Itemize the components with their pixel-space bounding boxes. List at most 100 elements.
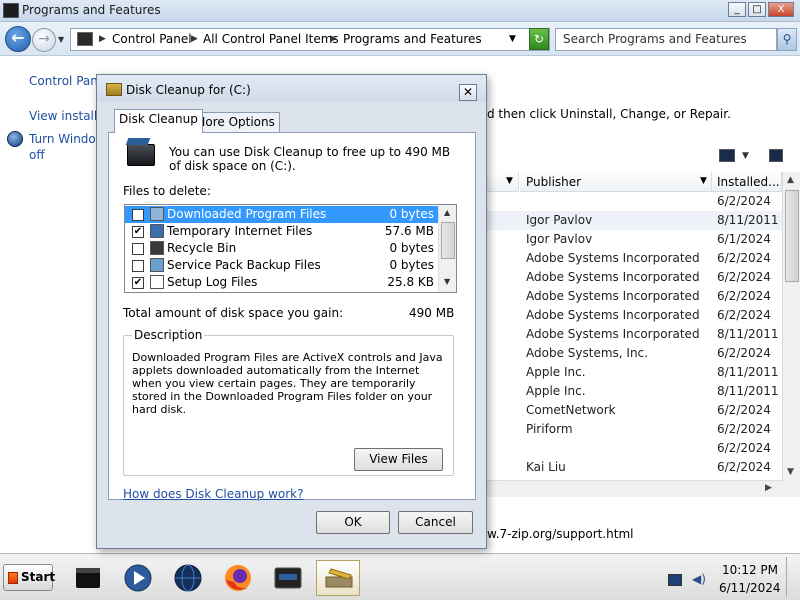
taskbar-server-app[interactable] [66,560,110,596]
total-space-label: Total amount of disk space you gain: [123,306,344,320]
search-icon[interactable]: ⚲ [777,28,797,51]
start-button[interactable]: Start [3,564,56,591]
installed-on-cell: 8/11/2011 [717,327,779,341]
list-item[interactable]: Service Pack Backup Files 0 bytes [125,257,438,274]
preview-pane-icon[interactable] [769,149,783,162]
installed-header-label: Installed... [717,175,780,189]
list-item[interactable]: ✔ Setup Log Files 25.8 KB [125,274,438,291]
column-header-publisher[interactable]: Publisher ▼ [520,172,712,192]
show-desktop-button[interactable] [786,557,798,597]
file-checkbox[interactable] [132,209,144,221]
chevron-right-icon[interactable]: ▶ [99,34,106,44]
close-button[interactable]: X [768,2,794,17]
breadcrumb-all-items[interactable]: All Control Panel Items [203,32,339,46]
scroll-thumb[interactable] [441,222,455,259]
table-row[interactable]: CometNetwork 6/2/2024 [487,401,783,420]
window-titlebar: Programs and Features _ □ X [0,0,800,22]
file-checkbox[interactable] [132,260,144,272]
table-row[interactable]: Piriform 6/2/2024 [487,420,783,439]
table-row[interactable]: Adobe Systems Incorporated 6/2/2024 [487,306,783,325]
files-to-delete-list[interactable]: Downloaded Program Files 0 bytes ✔ Temporar… [124,204,457,293]
list-item[interactable]: ✔ Temporary Internet Files 57.6 MB [125,223,438,240]
scroll-up-icon[interactable]: ▲ [444,208,450,217]
network-tray-icon[interactable] [668,574,682,586]
breadcrumb-control-panel[interactable]: Control Panel [112,32,192,46]
breadcrumb-programs-features[interactable]: Programs and Features [343,32,482,46]
minimize-button[interactable]: _ [728,2,746,17]
cancel-button[interactable]: Cancel [398,511,473,534]
table-row[interactable]: Igor Pavlov 6/1/2024 [487,230,783,249]
scroll-right-icon[interactable]: ▶ [765,483,772,493]
clock-date[interactable]: 6/11/2024 [719,581,781,595]
address-dropdown-icon[interactable]: ▼ [509,34,516,44]
search-input[interactable]: Search Programs and Features [555,28,777,51]
dialog-titlebar[interactable]: Disk Cleanup for (C:) ✕ [97,75,486,102]
taskbar-firefox[interactable] [216,560,260,596]
taskbar-network-app[interactable] [166,560,210,596]
view-dropdown-icon[interactable]: ▼ [742,151,749,161]
volume-tray-icon[interactable]: ◀) [692,572,706,586]
view-files-button[interactable]: View Files [354,448,443,471]
hard-drive-icon [125,138,155,168]
table-row[interactable]: Adobe Systems Incorporated 6/2/2024 [487,268,783,287]
sidebar-link-windows-features-off[interactable]: off [29,148,45,162]
change-view-icon[interactable] [719,149,735,162]
shield-icon [7,131,23,147]
history-dropdown-icon[interactable]: ▼ [58,35,64,44]
clock-time[interactable]: 10:12 PM [722,563,778,577]
table-row[interactable]: Igor Pavlov 8/11/2011 [487,211,783,230]
list-item[interactable]: Downloaded Program Files 0 bytes [125,206,438,223]
address-bar[interactable]: ▶ Control Panel ▶ All Control Panel Item… [70,28,550,51]
refresh-button[interactable]: ↻ [529,28,549,50]
file-checkbox[interactable]: ✔ [132,277,144,289]
navigation-bar: ← → ▼ ▶ Control Panel ▶ All Control Pane… [0,22,800,56]
scroll-down-icon[interactable]: ▼ [444,277,450,286]
program-list-horizontal-scrollbar[interactable]: ▶ [487,480,783,497]
maximize-button[interactable]: □ [748,2,766,17]
table-row[interactable]: Adobe Systems Incorporated 8/11/2011 [487,325,783,344]
scroll-thumb[interactable] [785,190,799,282]
program-list-vertical-scrollbar[interactable]: ▲ ▼ [782,172,800,497]
file-size: 0 bytes [389,241,434,255]
recycle-bin-icon [150,241,164,255]
table-row[interactable]: 6/2/2024 [487,439,783,458]
service-pack-icon [150,258,164,272]
table-row[interactable]: 6/2/2024 [487,192,783,211]
scroll-down-icon[interactable]: ▼ [787,467,794,477]
sidebar-link-windows-features[interactable]: Turn Window [29,132,106,146]
file-checkbox[interactable]: ✔ [132,226,144,238]
chevron-right-icon[interactable]: ▶ [330,34,337,44]
table-row[interactable]: Kai Liu 6/2/2024 [487,458,783,477]
table-row[interactable]: Adobe Systems, Inc. 6/2/2024 [487,344,783,363]
disk-cleanup-panel: You can use Disk Cleanup to free up to 4… [108,132,476,501]
publisher-cell: Igor Pavlov [526,213,593,227]
file-list-scrollbar[interactable]: ▲ ▼ [438,205,456,292]
column-header-installed-on[interactable]: Installed... [712,172,782,192]
server-icon [76,568,100,588]
installed-on-cell: 6/2/2024 [717,346,771,360]
taskbar-disk-cleanup[interactable] [316,560,360,596]
table-row[interactable]: Adobe Systems Incorporated 6/2/2024 [487,249,783,268]
help-link[interactable]: How does Disk Cleanup work? [123,487,304,501]
table-row[interactable]: Adobe Systems Incorporated 6/2/2024 [487,287,783,306]
scroll-up-icon[interactable]: ▲ [787,175,794,185]
forward-button[interactable]: → [32,28,56,52]
tab-more-options[interactable]: More Options [190,112,280,132]
filter-dropdown-icon[interactable]: ▼ [700,176,707,186]
filter-dropdown-icon[interactable]: ▼ [506,176,513,186]
table-row[interactable]: Apple Inc. 8/11/2011 [487,363,783,382]
taskbar-control-panel[interactable] [266,560,310,596]
installed-on-cell: 6/2/2024 [717,270,771,284]
publisher-cell: Igor Pavlov [526,232,593,246]
table-row[interactable]: Apple Inc. 8/11/2011 [487,382,783,401]
tab-disk-cleanup[interactable]: Disk Cleanup [114,109,203,133]
chevron-right-icon[interactable]: ▶ [191,34,198,44]
file-size: 0 bytes [389,258,434,272]
taskbar-media-player[interactable] [116,560,160,596]
file-checkbox[interactable] [132,243,144,255]
list-item[interactable]: Recycle Bin 0 bytes [125,240,438,257]
back-button[interactable]: ← [5,26,31,52]
dialog-close-button[interactable]: ✕ [459,84,477,101]
start-label: Start [21,570,56,584]
ok-button[interactable]: OK [316,511,390,534]
